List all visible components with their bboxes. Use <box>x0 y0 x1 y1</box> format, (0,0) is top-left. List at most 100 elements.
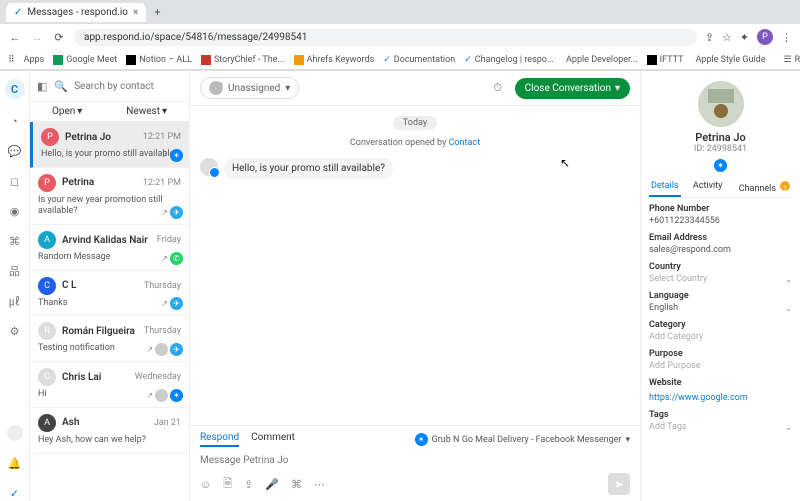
snippet-icon[interactable]: ⌘ <box>291 478 302 491</box>
sort-filter[interactable]: Newest ▾ <box>126 106 167 117</box>
conversation-item[interactable]: PPetrina Jo12:21 PMHello, is your promo … <box>30 122 189 168</box>
category-input[interactable]: Add Category <box>649 332 792 342</box>
conversation-item[interactable]: AAshJan 21Hey Ash, how can we help? <box>30 408 189 454</box>
conversation-item[interactable]: CC LThursdayThanks↗✈ <box>30 271 189 317</box>
settings-icon[interactable]: ⚙ <box>7 323 23 339</box>
tags-input[interactable]: Add Tags⌄ <box>649 422 792 432</box>
bookmark[interactable]: StoryChief - The... <box>201 55 285 65</box>
forward-icon[interactable]: → <box>30 31 44 44</box>
bookmark[interactable]: Ahrefs Keywords <box>294 55 375 65</box>
timestamp: Friday <box>157 235 181 245</box>
close-conversation-button[interactable]: Close Conversation▾ <box>515 78 630 99</box>
snooze-icon[interactable]: ⏱ <box>489 79 507 97</box>
messenger-icon: ✶ <box>415 433 428 446</box>
comment-tab[interactable]: Comment <box>251 432 295 447</box>
avatar: A <box>38 414 56 432</box>
channel-icon: ✈ <box>170 297 183 310</box>
workspace-icon[interactable]: C <box>5 79 25 99</box>
bookmark[interactable]: ✓Changelog | respo... <box>464 55 554 65</box>
respond-logo-icon[interactable]: ✓ <box>7 485 23 501</box>
bookmark[interactable]: Apple Developer... <box>563 55 638 65</box>
bookmark[interactable]: Apple Style Guide <box>692 55 765 65</box>
bookmark[interactable]: Google Meet <box>53 55 117 65</box>
conversation-item[interactable]: PPetrina12:21 PMIs your new year promoti… <box>30 168 189 225</box>
emoji-icon[interactable]: ☺ <box>200 478 211 491</box>
back-icon[interactable]: ← <box>8 31 22 44</box>
search-icon: 🔍 <box>54 80 68 93</box>
timestamp: Jan 21 <box>154 418 181 428</box>
bookmark[interactable]: Notion – ALL <box>126 55 192 65</box>
website-link[interactable]: https://www.google.com <box>649 393 748 403</box>
reports-icon[interactable]: ㎕ <box>7 293 23 309</box>
user-avatar[interactable] <box>7 425 23 441</box>
purpose-input[interactable]: Add Purpose <box>649 361 792 371</box>
org-icon[interactable]: 品 <box>7 263 23 279</box>
close-icon[interactable]: × <box>133 7 138 18</box>
bookmarks-bar: ⠿ Apps Google Meet Notion – ALL StoryChi… <box>0 50 800 70</box>
share-icon[interactable]: ⇪ <box>705 31 714 44</box>
assignee-selector[interactable]: Unassigned ▾ <box>200 77 299 99</box>
field-label: Category <box>649 320 792 330</box>
star-icon[interactable]: ☆ <box>722 31 732 44</box>
conversation-item[interactable]: CChris LaiWednesdayHi↗✶ <box>30 362 189 408</box>
chevron-down-icon: ⌄ <box>785 275 792 284</box>
bookmark[interactable]: ✓Documentation <box>383 55 455 65</box>
message-input[interactable] <box>200 451 630 470</box>
send-button[interactable]: ➤ <box>608 473 630 495</box>
bookmark[interactable]: IFTTT <box>647 55 684 65</box>
tab-activity[interactable]: Activity <box>691 178 724 197</box>
conversation-item[interactable]: RRomán FilgueiraThursdayTesting notifica… <box>30 316 189 362</box>
contacts-icon[interactable]: ◻ <box>7 173 23 189</box>
messenger-icon: ✶ <box>714 159 727 172</box>
channel-icon: ✈ <box>170 343 183 356</box>
browser-chrome: ✓ Messages - respond.io × + ← → ⟳ app.re… <box>0 0 800 71</box>
phone-value[interactable]: +6011223344556 <box>649 216 792 226</box>
status-filter[interactable]: Open ▾ <box>52 106 82 117</box>
tab-channels[interactable]: Channels1 <box>735 178 792 197</box>
country-select[interactable]: Select Country⌄ <box>649 274 792 284</box>
channel-icon: ✆ <box>170 252 183 265</box>
upload-icon[interactable]: ⇪ <box>244 478 253 491</box>
tab-bar: ✓ Messages - respond.io × + <box>0 0 800 24</box>
contact-name: Román Filgueira <box>62 326 138 337</box>
more-icon[interactable]: ⋯ <box>314 478 325 491</box>
avatar: P <box>41 128 59 146</box>
avatar: C <box>38 368 56 386</box>
new-tab-button[interactable]: + <box>146 6 168 19</box>
preview-text: Is your new year promotion still availab… <box>38 195 181 218</box>
messages-icon[interactable]: 💬 <box>7 143 23 159</box>
browser-tab[interactable]: ✓ Messages - respond.io × <box>6 3 146 22</box>
url-input[interactable]: app.respond.io/space/54816/message/24998… <box>74 29 697 46</box>
voice-icon[interactable]: 🎤 <box>265 478 279 491</box>
preview-text: Hello, is your promo still available? <box>41 149 181 161</box>
apps-icon[interactable]: ⠿ <box>8 55 15 65</box>
email-value[interactable]: sales@respond.com <box>649 245 792 255</box>
field-label: Phone Number <box>649 204 792 214</box>
reload-icon[interactable]: ⟳ <box>52 31 66 44</box>
assignee-label: Unassigned <box>228 83 280 94</box>
cursor-icon: ↖ <box>560 156 570 170</box>
bookmark[interactable]: Apps <box>24 55 45 65</box>
panel-toggle-icon[interactable]: ◧ <box>36 77 48 95</box>
avatar: R <box>38 322 56 340</box>
workflows-icon[interactable]: ⌘ <box>7 233 23 249</box>
contact-link[interactable]: Contact <box>449 138 480 148</box>
broadcast-icon[interactable]: ◉ <box>7 203 23 219</box>
conversation-item[interactable]: AArvind Kalidas NairFridayRandom Message… <box>30 225 189 271</box>
extensions-icon[interactable]: ✦ <box>740 31 749 44</box>
channel-selector[interactable]: ✶ Grub N Go Meal Delivery - Facebook Mes… <box>415 432 630 447</box>
bookmark-reading-list[interactable]: ☰Reading List <box>783 55 800 65</box>
system-message: Conversation opened by Contact <box>200 138 630 148</box>
respond-tab[interactable]: Respond <box>200 432 239 447</box>
language-select[interactable]: English⌄ <box>649 303 792 313</box>
contact-name: C L <box>62 280 138 291</box>
profile-avatar[interactable]: P <box>757 29 773 45</box>
menu-icon[interactable]: ⋮ <box>781 31 792 44</box>
attach-icon[interactable]: 🗎 <box>223 475 232 494</box>
dashboard-icon[interactable]: ◔ <box>7 113 23 129</box>
channel-icon: ✶ <box>170 149 183 162</box>
search-input[interactable] <box>74 81 207 92</box>
tab-details[interactable]: Details <box>649 178 681 197</box>
contact-id: ID: 24998541 <box>649 144 792 154</box>
notifications-icon[interactable]: 🔔 <box>7 455 23 471</box>
